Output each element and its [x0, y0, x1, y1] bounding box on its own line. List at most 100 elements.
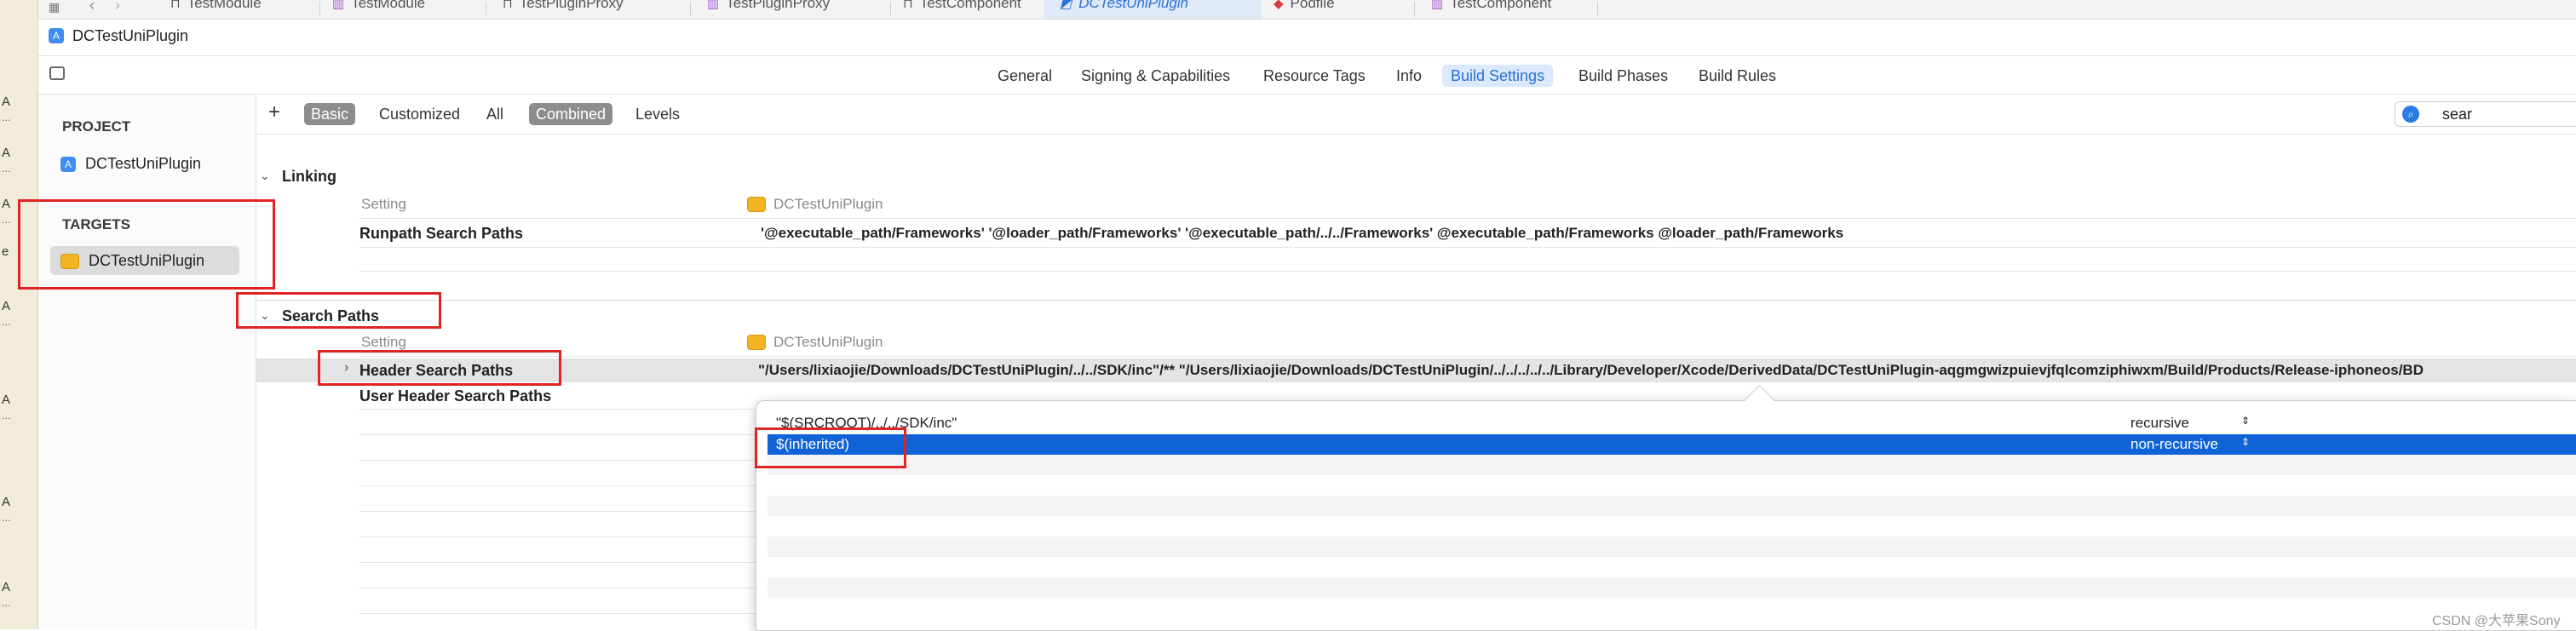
annotation-box-inherited	[755, 427, 906, 468]
tab-label: TestComponent	[1450, 0, 1552, 11]
section-divider	[256, 300, 2576, 301]
forward-icon[interactable]: ›	[115, 0, 120, 14]
divider	[359, 562, 760, 563]
tab-signing-capabilities[interactable]: Signing & Capabilities	[1081, 65, 1230, 87]
project-navigator-sidebar: PROJECT A DCTestUniPlugin TARGETS DCTest…	[38, 95, 256, 629]
path-mode-select[interactable]: recursive	[2130, 415, 2189, 432]
left-gutter: A ... A ... A ... e A ... A ... A ... A …	[0, 0, 38, 629]
tab-testpluginproxy-file[interactable]: ▥ TestPluginProxy	[707, 0, 877, 19]
setting-row-header-search-paths[interactable]: › Header Search Paths "/Users/lixiaojie/…	[256, 359, 2576, 382]
filter-all-button[interactable]: All	[486, 103, 503, 125]
tab-testmodule-target[interactable]: ⊓ TestModule	[170, 0, 315, 19]
setting-name: User Header Search Paths	[359, 387, 552, 404]
gutter-mark: ...	[2, 213, 11, 226]
search-field[interactable]: ⌕ sear	[2395, 101, 2576, 127]
tab-testmodule-file[interactable]: ▥ TestModule	[332, 0, 477, 19]
tab-label: TestPluginProxy	[726, 0, 831, 11]
linking-col-target: DCTestUniPlugin	[773, 196, 883, 212]
annotation-box-targets	[18, 199, 275, 290]
tab-build-phases[interactable]: Build Phases	[1578, 65, 1668, 87]
target-icon: ⊓	[503, 0, 513, 11]
project-app-icon: A	[49, 28, 64, 43]
gutter-mark: A	[2, 299, 11, 313]
add-setting-button[interactable]: +	[268, 101, 280, 123]
search-paths-col-setting: Setting	[361, 334, 406, 350]
linking-col-setting: Setting	[361, 196, 406, 212]
updown-chevron-icon[interactable]: ⇕	[2241, 415, 2250, 427]
linking-collapse-chevron[interactable]: ⌄	[260, 169, 270, 183]
gutter-mark: ...	[2, 315, 11, 328]
empty-row	[768, 536, 2576, 557]
editor-tabs-row: General Signing & Capabilities Resource …	[38, 56, 2576, 95]
empty-row	[768, 557, 2576, 577]
gutter-mark: A	[2, 393, 11, 407]
sidebar-item-label: DCTestUniPlugin	[85, 155, 202, 172]
editor-tab-bar: ▦ ‹ › ⊓ TestModule ▥ TestModule ⊓ TestPlugi…	[38, 0, 2576, 20]
app-icon: ◩	[1060, 0, 1072, 11]
tab-info[interactable]: Info	[1396, 65, 1422, 87]
annotation-box-header-search-paths	[318, 350, 561, 386]
tab-separator	[1597, 2, 1598, 17]
grid-icon[interactable]: ▦	[49, 0, 60, 14]
file-icon: ▥	[707, 0, 720, 11]
sidebar-item-project[interactable]: A DCTestUniPlugin	[60, 152, 201, 175]
tab-separator	[319, 2, 320, 17]
tab-resource-tags[interactable]: Resource Tags	[1263, 65, 1366, 87]
gutter-mark: A	[2, 146, 11, 160]
file-icon: ▥	[1431, 0, 1444, 11]
tab-separator	[1414, 2, 1415, 17]
filter-basic-button[interactable]: Basic	[304, 103, 356, 125]
search-paths-col-target: DCTestUniPlugin	[773, 334, 883, 350]
setting-value[interactable]: '@executable_path/Frameworks' '@loader_p…	[761, 225, 1843, 242]
project-header: PROJECT	[62, 118, 131, 135]
filter-combined-button[interactable]: Combined	[529, 103, 613, 125]
gutter-mark: ...	[2, 596, 11, 609]
back-icon[interactable]: ‹	[89, 0, 95, 14]
filter-levels-button[interactable]: Levels	[635, 103, 680, 125]
gutter-mark: e	[2, 244, 9, 259]
search-input[interactable]: sear	[2442, 106, 2472, 123]
sidebar-toggle-icon[interactable]	[49, 66, 65, 80]
gutter-mark: ...	[2, 511, 11, 524]
tab-separator	[890, 2, 891, 17]
tab-label: TestPluginProxy	[519, 0, 624, 11]
breadcrumb-project[interactable]: DCTestUniPlugin	[72, 27, 188, 45]
empty-row	[768, 496, 2576, 516]
tab-label: Podfile	[1290, 0, 1335, 11]
setting-value[interactable]: "/Users/lixiaojie/Downloads/DCTestUniPlu…	[758, 362, 2424, 379]
tab-testpluginproxy-target[interactable]: ⊓ TestPluginProxy	[503, 0, 673, 19]
empty-row	[768, 577, 2576, 598]
tab-testcomponent-file[interactable]: ▥ TestComponent	[1431, 0, 1601, 19]
path-row[interactable]: "$(SRCROOT)/../../SDK/inc" recursive ⇕	[768, 413, 2576, 433]
tab-label: DCTestUniPlugin	[1078, 0, 1189, 11]
setting-name: Runpath Search Paths	[359, 225, 524, 242]
path-row-selected[interactable]: $(inherited) non-recursive ⇕	[768, 434, 2576, 455]
popover-arrow	[1744, 384, 1775, 416]
target-icon: ⊓	[903, 0, 913, 11]
divider	[359, 218, 2576, 219]
path-mode-select[interactable]: non-recursive	[2130, 436, 2218, 453]
divider	[359, 356, 2576, 357]
filter-customized-button[interactable]: Customized	[379, 103, 460, 125]
project-app-icon: A	[60, 157, 76, 173]
divider	[359, 271, 2576, 272]
gutter-mark: A	[2, 495, 11, 509]
divider	[359, 434, 760, 435]
divider	[359, 536, 760, 537]
empty-row	[768, 475, 2576, 496]
gutter-mark: ...	[2, 409, 11, 422]
tab-label: TestComponent	[919, 0, 1021, 11]
gutter-mark: ...	[2, 162, 11, 175]
divider	[359, 485, 760, 486]
tab-podfile[interactable]: ◆ Podfile	[1274, 0, 1401, 19]
tab-general[interactable]: General	[998, 65, 1052, 87]
linking-section-title[interactable]: Linking	[282, 168, 336, 186]
divider	[359, 511, 760, 512]
tab-label: TestModule	[351, 0, 426, 11]
tab-dctestuniplugin[interactable]: ◩ DCTestUniPlugin	[1044, 0, 1262, 19]
updown-chevron-icon[interactable]: ⇕	[2241, 436, 2250, 448]
divider	[359, 247, 2576, 248]
tab-build-rules[interactable]: Build Rules	[1699, 65, 1776, 87]
tab-build-settings[interactable]: Build Settings	[1442, 65, 1554, 87]
ruby-icon: ◆	[1274, 0, 1284, 11]
